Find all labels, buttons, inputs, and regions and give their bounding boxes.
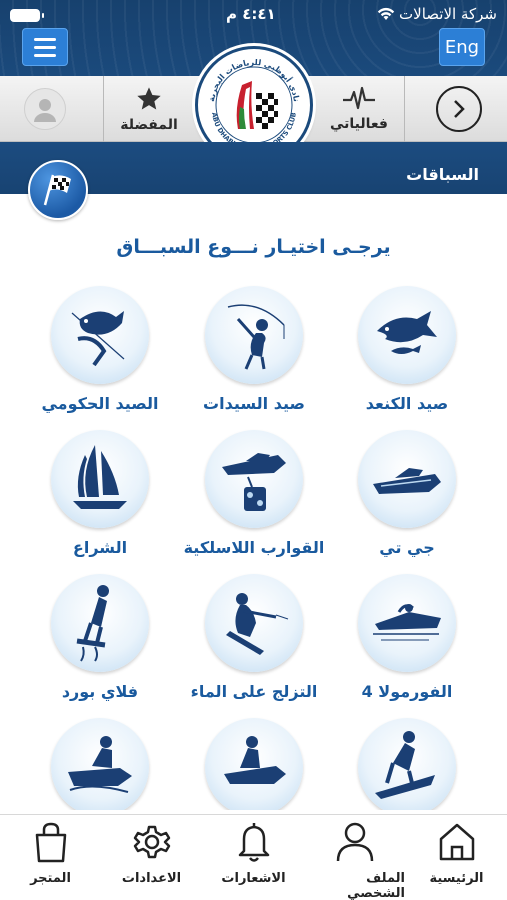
ladies-fishing-icon <box>227 304 285 370</box>
profile-icon <box>336 822 373 862</box>
race-type-label: فلاي بورد <box>61 682 139 701</box>
avatar <box>24 88 66 130</box>
shopping-bag-icon <box>35 822 66 863</box>
language-button[interactable]: Eng <box>439 28 485 66</box>
gear-icon <box>133 825 170 859</box>
status-bar: ٤:٤١ م شركة الاتصالات <box>0 0 507 30</box>
status-carrier: شركة الاتصالات <box>377 5 497 23</box>
race-type-water-ski[interactable]: التزلج على الماء <box>174 574 334 701</box>
favorites-button[interactable]: المفضلة <box>104 76 194 142</box>
race-type-rc-boats[interactable]: القوارب اللاسلكية <box>174 430 334 557</box>
tab-store[interactable]: المتجر <box>0 821 101 886</box>
favorites-label: المفضلة <box>120 117 178 133</box>
checkered-flag-badge <box>28 160 88 220</box>
star-icon <box>137 87 161 110</box>
race-type-label: صيد السيدات <box>203 394 305 413</box>
race-type-label: جي تي <box>379 538 435 557</box>
race-type-circle <box>205 718 303 810</box>
race-type-circle <box>51 430 149 528</box>
nav-divider <box>404 76 405 142</box>
my-events-label: فعالياتي <box>330 116 388 132</box>
aquabike-icon <box>68 736 132 793</box>
race-type-label: صيد الكنعد <box>365 394 449 413</box>
race-type-circle <box>205 574 303 672</box>
home-icon <box>439 823 474 861</box>
wifi-icon <box>377 7 395 20</box>
race-type-jetski[interactable] <box>174 718 334 810</box>
tab-label: الاعدادات <box>121 871 182 886</box>
race-type-government-fishing[interactable]: الصيد الحكومي <box>20 286 180 413</box>
tab-label: المتجر <box>30 871 71 886</box>
tab-profile[interactable]: الملف الشخصي <box>304 821 405 900</box>
race-type-formula4[interactable]: الفورمولا 4 <box>327 574 487 701</box>
race-type-circle <box>358 718 456 810</box>
hamburger-icon <box>34 37 56 41</box>
sailing-icon <box>73 445 127 509</box>
race-type-gt[interactable]: جي تي <box>327 430 487 557</box>
battery-icon <box>10 9 44 22</box>
gt-boat-icon <box>373 468 441 494</box>
tab-label: الملف الشخصي <box>347 871 405 900</box>
flyboard-icon <box>76 585 109 662</box>
race-type-grid: صيد الكنعد صيد السيدات الصيد الحكومي جي … <box>0 280 507 810</box>
hamburger-line <box>34 53 56 57</box>
race-type-ladies-fishing[interactable]: صيد السيدات <box>174 286 334 413</box>
race-type-flyboard[interactable]: فلاي بورد <box>20 574 180 701</box>
formula4-icon <box>373 604 441 641</box>
water-ski-icon <box>226 593 289 655</box>
race-type-label: الشراع <box>72 538 128 557</box>
race-type-prompt: يرجـى اختيـار نـــوع السبـــاق <box>116 236 391 258</box>
bell-icon <box>238 823 269 862</box>
tab-notifications[interactable]: الاشعارات <box>203 821 304 886</box>
race-type-label: التزلج على الماء <box>190 682 318 701</box>
race-type-surfing[interactable] <box>327 718 487 810</box>
race-type-sailing[interactable]: الشراع <box>20 430 180 557</box>
race-type-label: الصيد الحكومي <box>41 394 159 413</box>
race-type-circle <box>205 430 303 528</box>
tab-settings[interactable]: الاعدادات <box>101 821 202 886</box>
government-fishing-icon <box>71 311 125 367</box>
race-type-label: القوارب اللاسلكية <box>183 538 325 557</box>
race-type-circle <box>358 286 456 384</box>
rc-boat-icon <box>222 453 286 511</box>
carrier-name: شركة الاتصالات <box>399 5 497 23</box>
status-time: ٤:٤١ م <box>226 5 276 23</box>
checkered-flag-icon <box>43 174 71 206</box>
race-type-aquabike[interactable] <box>20 718 180 810</box>
race-type-kingfish[interactable]: صيد الكنعد <box>327 286 487 413</box>
user-avatar-icon <box>34 99 56 122</box>
section-title: السباقات <box>406 165 479 184</box>
menu-button[interactable] <box>22 28 68 66</box>
tab-label: الاشعارات <box>221 871 286 886</box>
kingfish-icon <box>377 311 437 354</box>
activity-pulse-icon <box>343 86 375 110</box>
bottom-tab-bar: الرئيسية الملف الشخصي الاشعارات الاعدادا… <box>0 814 507 900</box>
chevron-right-icon <box>435 86 482 132</box>
race-type-circle <box>51 574 149 672</box>
race-type-circle <box>51 286 149 384</box>
jetski-icon <box>224 736 286 784</box>
race-type-circle <box>205 286 303 384</box>
race-type-circle <box>51 718 149 810</box>
race-type-circle <box>358 574 456 672</box>
tab-label: الرئيسية <box>429 871 484 886</box>
race-type-label: الفورمولا 4 <box>361 682 453 701</box>
next-button[interactable] <box>410 76 507 142</box>
tab-home[interactable]: الرئيسية <box>406 821 507 886</box>
race-type-circle <box>358 430 456 528</box>
my-events-button[interactable]: فعالياتي <box>314 76 404 142</box>
profile-avatar-button[interactable] <box>0 76 90 142</box>
hamburger-line <box>34 45 56 49</box>
surfing-icon <box>375 731 435 799</box>
